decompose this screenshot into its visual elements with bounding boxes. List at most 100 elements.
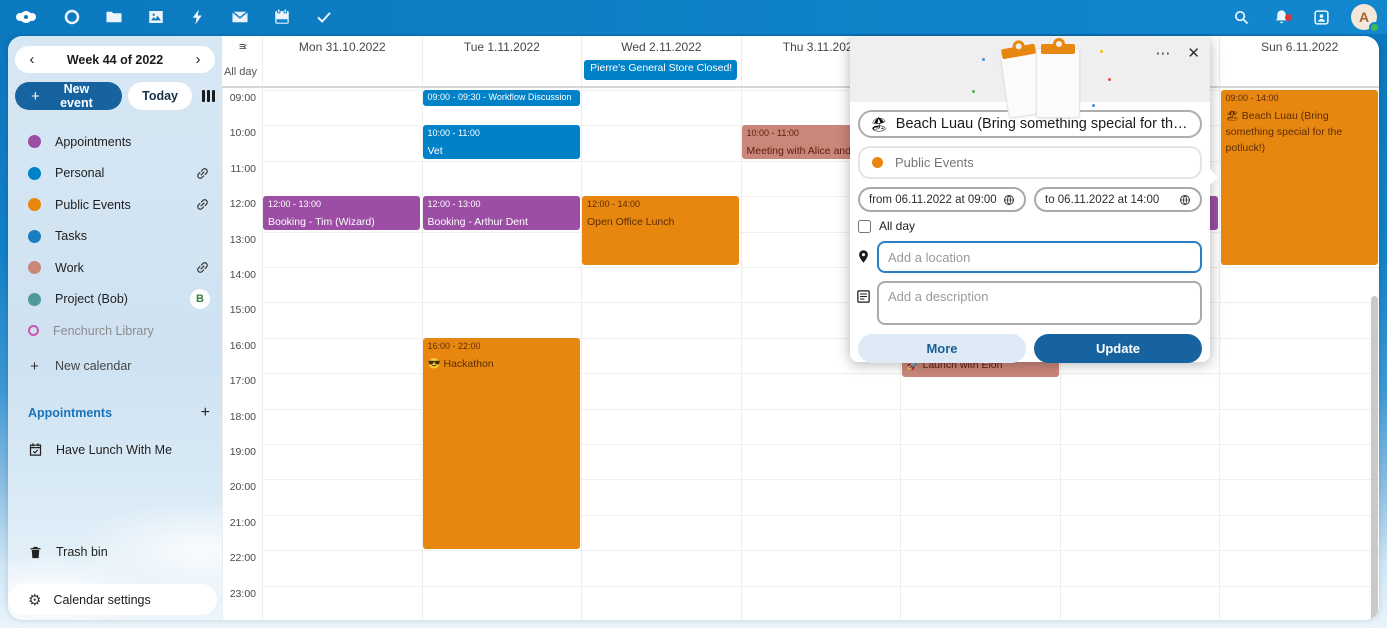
hour-label: 17:00 (222, 375, 256, 387)
view-switcher-icon[interactable] (202, 90, 215, 102)
nextcloud-logo-icon[interactable] (16, 11, 36, 23)
vertical-scrollbar[interactable] (1371, 296, 1378, 620)
calendar-label: Work (55, 261, 195, 275)
description-input[interactable] (877, 281, 1202, 325)
trash-label: Trash bin (56, 545, 210, 559)
calendar-item-work[interactable]: Work (8, 252, 222, 284)
notifications-bell-icon[interactable] (1271, 7, 1291, 27)
calendar-ring-dot (28, 325, 39, 336)
week-label[interactable]: Week 44 of 2022 (67, 53, 163, 67)
photos-icon[interactable] (146, 7, 166, 27)
hour-label: 18:00 (222, 411, 256, 423)
files-folder-icon[interactable] (104, 7, 124, 27)
event-workflow-discussion[interactable]: 09:00 - 09:30 - Workflow Discussion (423, 90, 580, 106)
calendar-label: Appointments (55, 135, 210, 149)
plus-icon: + (31, 88, 40, 105)
calendar-item-appointments[interactable]: Appointments (8, 126, 222, 158)
hour-label: 23:00 (222, 588, 256, 600)
update-button[interactable]: Update (1034, 334, 1202, 363)
shared-link-icon[interactable] (192, 194, 213, 215)
collapse-week-icon[interactable]: ≡‹ (239, 41, 245, 53)
allday-checkbox-label: All day (879, 219, 915, 233)
start-datetime-value: from 06.11.2022 at 09:00 (869, 194, 997, 206)
popup-arrow (1209, 168, 1218, 186)
calendar-color-dot (872, 157, 883, 168)
calendar-item-tasks[interactable]: Tasks (8, 221, 222, 253)
calendar-item-personal[interactable]: Personal (8, 158, 222, 190)
avatar-initial: A (1359, 9, 1369, 25)
shared-link-icon[interactable] (192, 163, 213, 184)
calendar-check-icon (28, 442, 43, 457)
top-header-bar: A (0, 0, 1387, 34)
shared-by-avatar-badge: B (190, 289, 210, 309)
hour-label: 19:00 (222, 446, 256, 458)
day-header-mon[interactable]: Mon 31.10.2022 (262, 36, 422, 58)
appointments-section-title: Appointments (28, 406, 112, 420)
search-icon[interactable] (1231, 7, 1251, 27)
mail-icon[interactable] (230, 7, 250, 27)
event-open-office-lunch[interactable]: 12:00 - 14:00Open Office Lunch (582, 196, 739, 265)
allday-checkbox-row[interactable]: All day (858, 219, 1202, 233)
event-title-value: Beach Luau (Bring something special for … (896, 116, 1188, 132)
calendar-item-project-bob[interactable]: Project (Bob) B (8, 284, 222, 316)
calendar-label: Fenchurch Library (53, 324, 210, 338)
today-button[interactable]: Today (128, 82, 192, 110)
day-header-wed[interactable]: Wed 2.11.2022 (581, 36, 741, 58)
appointment-item-have-lunch[interactable]: Have Lunch With Me (8, 434, 222, 466)
new-calendar-label: New calendar (55, 359, 210, 373)
calendar-app-icon[interactable] (272, 7, 292, 27)
timezone-globe-icon[interactable] (1003, 194, 1015, 206)
allday-label: All day (222, 58, 262, 86)
new-event-button[interactable]: + New event (15, 82, 122, 110)
calendar-list: Appointments Personal Public Events Task… (8, 126, 222, 382)
hour-label: 22:00 (222, 552, 256, 564)
avatar[interactable]: A (1351, 4, 1377, 30)
end-datetime-field[interactable]: to 06.11.2022 at 14:00 (1034, 187, 1202, 212)
new-calendar-button[interactable]: + New calendar (8, 351, 222, 383)
calendar-color-dot (28, 261, 41, 274)
calendar-color-dot (28, 230, 41, 243)
shared-link-icon[interactable] (192, 257, 213, 278)
start-datetime-field[interactable]: from 06.11.2022 at 09:00 (858, 187, 1026, 212)
previous-week-button[interactable]: ‹ (25, 51, 39, 68)
timezone-globe-icon[interactable] (1179, 194, 1191, 206)
circle-app-icon[interactable] (62, 7, 82, 27)
calendar-item-public-events[interactable]: Public Events (8, 189, 222, 221)
event-vet[interactable]: 10:00 - 11:00Vet (423, 125, 580, 159)
calendar-label: Public Events (55, 198, 195, 212)
calendar-label: Project (Bob) (55, 292, 190, 306)
popup-more-menu-icon[interactable]: ⋯ (1155, 44, 1171, 62)
description-icon (856, 289, 871, 304)
hour-label: 16:00 (222, 340, 256, 352)
event-hackathon[interactable]: 16:00 - 22:00😎 Hackathon (423, 338, 580, 549)
next-week-button[interactable]: › (191, 51, 205, 68)
trash-bin-button[interactable]: Trash bin (8, 537, 222, 569)
calendar-color-dot (28, 293, 41, 306)
calendar-settings-button[interactable]: ⚙ Calendar settings (8, 584, 217, 615)
activity-lightning-icon[interactable] (188, 7, 208, 27)
hour-label: 10:00 (222, 127, 256, 139)
hour-label: 13:00 (222, 234, 256, 246)
calendar-item-fenchurch-library[interactable]: Fenchurch Library (8, 315, 222, 347)
add-appointment-button[interactable]: + (201, 404, 210, 422)
tasks-check-icon[interactable] (314, 7, 334, 27)
hour-label: 21:00 (222, 517, 256, 529)
appointment-label: Have Lunch With Me (56, 443, 210, 457)
week-navigation[interactable]: ‹ Week 44 of 2022 › (15, 46, 215, 73)
calendar-picker-select[interactable]: Public Events (858, 146, 1202, 179)
location-input[interactable] (877, 241, 1202, 273)
more-button[interactable]: More (858, 334, 1026, 363)
calendar-color-dot (28, 135, 41, 148)
calendar-label: Personal (55, 166, 195, 180)
event-editor-popup: ⋯ ✕ 🏖 Beach Luau (Bring something specia… (850, 36, 1210, 362)
event-booking-arthur-dent[interactable]: 12:00 - 13:00Booking - Arthur Dent (423, 196, 580, 230)
calendar-color-dot (28, 167, 41, 180)
popup-close-icon[interactable]: ✕ (1187, 44, 1200, 62)
allday-checkbox[interactable] (858, 220, 871, 233)
contacts-icon[interactable] (1311, 7, 1331, 27)
event-pierres-general-store[interactable]: Pierre's General Store Closed! (584, 60, 737, 80)
event-booking-tim[interactable]: 12:00 - 13:00Booking - Tim (Wizard) (263, 196, 420, 230)
day-header-tue[interactable]: Tue 1.11.2022 (422, 36, 582, 58)
day-header-sun[interactable]: Sun 6.11.2022 (1219, 36, 1379, 58)
event-beach-luau[interactable]: 09:00 - 14:00🏖 Beach Luau (Bring somethi… (1221, 90, 1378, 265)
